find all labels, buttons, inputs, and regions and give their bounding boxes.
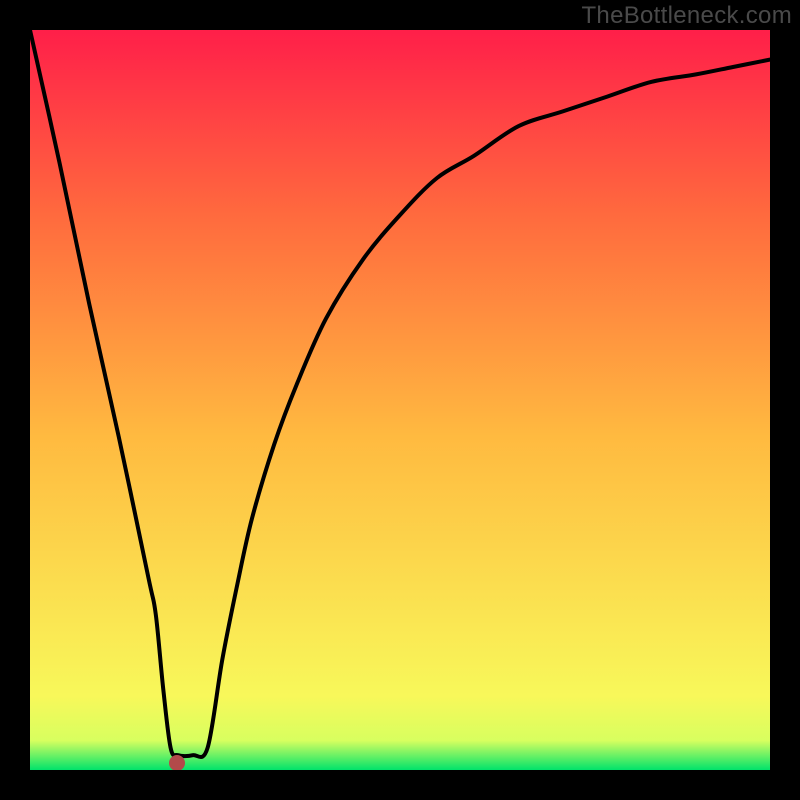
plot-area — [30, 30, 770, 770]
watermark-text: TheBottleneck.com — [581, 2, 792, 30]
chart-svg — [30, 30, 770, 770]
chart-frame: TheBottleneck.com — [0, 0, 800, 800]
gradient-background — [30, 30, 770, 770]
optimum-marker — [169, 755, 185, 770]
